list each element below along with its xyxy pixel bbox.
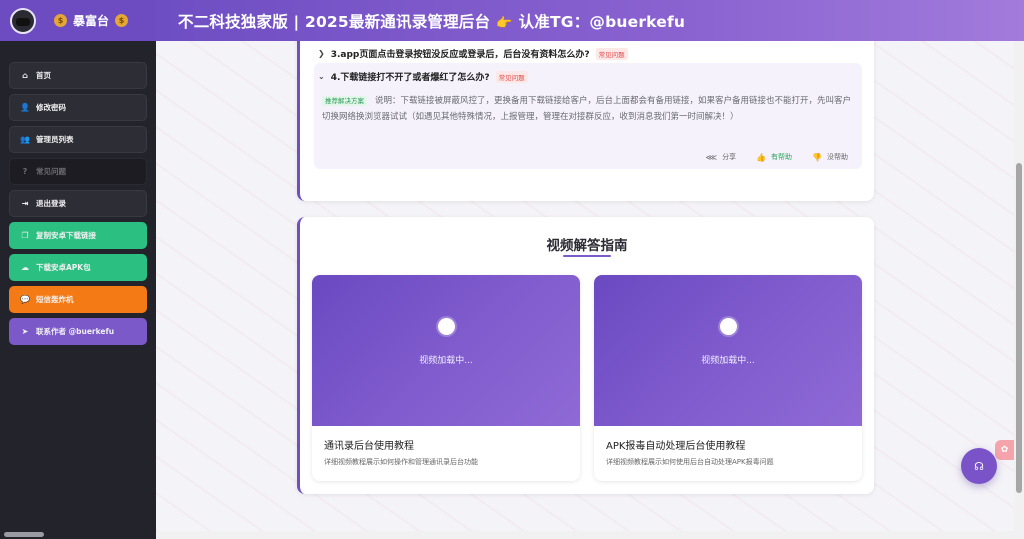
video-loading-text: 视频加载中... bbox=[419, 355, 473, 366]
sidebar: $ 暴富台 $ ⌂ 首页 👤 修改密码 👥 管理员列表 ? 常见问题 ⇥ 退出登… bbox=[0, 0, 156, 539]
share-button[interactable]: ⋘ 分享 bbox=[706, 152, 736, 162]
video-section-title: 视频解答指南 bbox=[546, 238, 628, 254]
faq-answer: 推荐解决方案 说明：下载链接被屏蔽风控了，更换备用下载链接给客户，后台上面都会有备… bbox=[322, 93, 852, 125]
cloud-download-icon: ☁ bbox=[21, 263, 29, 272]
chat-icon: 💬 bbox=[20, 295, 30, 304]
thumbs-down-icon: 👎 bbox=[812, 152, 822, 162]
sidebar-item-admin-list[interactable]: 👥 管理员列表 bbox=[9, 126, 147, 153]
page-header: 不二科技独家版 | 2025最新通讯录管理后台 👉 认准TG：@buerkefu bbox=[156, 0, 1024, 41]
headset-icon: ☊ bbox=[974, 459, 984, 473]
faq-tag: 常见问题 bbox=[495, 70, 528, 83]
horizontal-scrollbar[interactable] bbox=[156, 531, 1014, 539]
brand-title: 暴富台 bbox=[73, 14, 110, 28]
loading-spinner-icon bbox=[437, 317, 455, 335]
sidebar-scrollbar[interactable] bbox=[4, 532, 44, 537]
contact-author-button[interactable]: ➤ 联系作者 @buerkefu bbox=[9, 318, 147, 345]
download-apk-button[interactable]: ☁ 下载安卓APK包 bbox=[9, 254, 147, 281]
sidebar-item-label: 常见问题 bbox=[36, 167, 66, 176]
sidebar-item-label: 首页 bbox=[36, 71, 51, 80]
title-left: 不二科技独家版 | 2025最新通讯录管理后台 bbox=[178, 12, 491, 31]
video-guide-card: 视频解答指南 视频加载中... 通讯录后台使用教程 详细视频教程展示如何操作和管… bbox=[297, 217, 874, 494]
sidebar-item-label: 修改密码 bbox=[36, 103, 66, 112]
money-bag-icon: $ bbox=[54, 14, 67, 27]
video-loading-text: 视频加载中... bbox=[701, 355, 755, 366]
question-circle-icon: ? bbox=[22, 167, 28, 176]
telegram-icon: ➤ bbox=[21, 327, 29, 336]
thumbs-up-icon: 👍 bbox=[756, 152, 767, 162]
sms-bomber-button[interactable]: 💬 短信轰炸机 bbox=[9, 286, 147, 313]
sidebar-item-label: 管理员列表 bbox=[36, 135, 74, 144]
sidebar-item-logout[interactable]: ⇥ 退出登录 bbox=[9, 190, 147, 217]
video-player[interactable]: 视频加载中... bbox=[594, 275, 862, 426]
solution-tag: 推荐解决方案 bbox=[322, 96, 367, 106]
helpful-button[interactable]: 👍 有帮助 bbox=[756, 152, 792, 162]
user-edit-icon: 👤 bbox=[20, 103, 30, 112]
video-player[interactable]: 视频加载中... bbox=[312, 275, 580, 426]
assistant-tab-icon[interactable]: ✿ bbox=[995, 440, 1014, 460]
faq-question-4[interactable]: ⌄ 4.下载链接打不开了或者爆红了怎么办? 常见问题 bbox=[318, 70, 528, 83]
sidebar-item-faq[interactable]: ? 常见问题 bbox=[9, 158, 147, 185]
main-content: ❯ 3.app页面点击登录按钮没反应或登录后，后台没有资料怎么办? 常见问题 ⌄… bbox=[156, 41, 1014, 531]
sign-out-icon: ⇥ bbox=[21, 199, 29, 208]
copy-android-link-button[interactable]: ❐ 复制安卓下载链接 bbox=[9, 222, 147, 249]
share-label: 分享 bbox=[722, 153, 737, 161]
loading-spinner-icon bbox=[719, 317, 737, 335]
faq-answer-text: 说明：下载链接被屏蔽风控了，更换备用下载链接给客户，后台上面都会有备用链接，如果… bbox=[322, 96, 852, 122]
money-bag-icon: $ bbox=[115, 14, 129, 27]
sidebar-menu: ⌂ 首页 👤 修改密码 👥 管理员列表 ? 常见问题 ⇥ 退出登录 ❐ 复制安卓… bbox=[0, 41, 156, 345]
faq-item-expanded: ⌄ 4.下载链接打不开了或者爆红了怎么办? 常见问题 推荐解决方案 说明：下载链接… bbox=[314, 63, 862, 169]
faq-question-title: 4.下载链接打不开了或者爆红了怎么办? bbox=[330, 73, 490, 83]
users-icon: 👥 bbox=[20, 135, 30, 144]
video-name: 通讯录后台使用教程 bbox=[324, 441, 414, 452]
faq-question-title: 3.app页面点击登录按钮没反应或登录后，后台没有资料怎么办? bbox=[330, 50, 590, 60]
avatar[interactable] bbox=[10, 7, 36, 34]
title-underline bbox=[563, 255, 611, 257]
title-right: 认准TG：@buerkefu bbox=[518, 12, 686, 31]
helpful-label: 有帮助 bbox=[771, 153, 793, 161]
sidebar-item-label: 短信轰炸机 bbox=[36, 295, 74, 304]
customer-service-button[interactable]: ☊ bbox=[961, 448, 997, 484]
avatar-mask-icon bbox=[16, 17, 30, 26]
brand-bar: $ 暴富台 $ bbox=[0, 0, 156, 41]
video-description: 详细视频教程展示如何使用后台自动处理APK报毒问题 bbox=[606, 458, 774, 466]
sidebar-item-label: 下载安卓APK包 bbox=[36, 263, 91, 272]
sidebar-item-change-password[interactable]: 👤 修改密码 bbox=[9, 94, 147, 121]
sidebar-item-label: 联系作者 @buerkefu bbox=[36, 327, 115, 336]
not-helpful-button[interactable]: 👎 没帮助 bbox=[812, 152, 848, 162]
share-icon: ⋘ bbox=[705, 152, 718, 162]
video-description: 详细视频教程展示如何操作和管理通讯录后台功能 bbox=[324, 458, 478, 466]
page-title: 不二科技独家版 | 2025最新通讯录管理后台 👉 认准TG：@buerkefu bbox=[178, 10, 685, 32]
video-name: APK报毒自动处理后台使用教程 bbox=[606, 441, 746, 452]
chevron-down-icon: ⌄ bbox=[318, 72, 325, 81]
faq-tag: 常见问题 bbox=[595, 47, 628, 60]
video-item[interactable]: 视频加载中... APK报毒自动处理后台使用教程 详细视频教程展示如何使用后台自… bbox=[594, 275, 862, 481]
not-helpful-label: 没帮助 bbox=[827, 153, 848, 161]
faq-actions: ⋘ 分享 👍 有帮助 👎 没帮助 bbox=[686, 152, 848, 162]
sidebar-item-label: 退出登录 bbox=[36, 199, 66, 208]
copy-icon: ❐ bbox=[21, 231, 29, 240]
sidebar-item-home[interactable]: ⌂ 首页 bbox=[9, 62, 147, 89]
video-item[interactable]: 视频加载中... 通讯录后台使用教程 详细视频教程展示如何操作和管理通讯录后台功… bbox=[312, 275, 580, 481]
faq-card: ❯ 3.app页面点击登录按钮没反应或登录后，后台没有资料怎么办? 常见问题 ⌄… bbox=[297, 41, 874, 201]
sidebar-item-label: 复制安卓下载链接 bbox=[36, 231, 96, 240]
chevron-right-icon: ❯ bbox=[318, 49, 325, 58]
faq-question-3[interactable]: ❯ 3.app页面点击登录按钮没反应或登录后，后台没有资料怎么办? 常见问题 bbox=[318, 47, 628, 60]
scrollbar-thumb[interactable] bbox=[1016, 163, 1022, 493]
pointing-hand-icon: 👉 bbox=[496, 15, 513, 31]
home-icon: ⌂ bbox=[22, 71, 28, 80]
page-scrollbar[interactable] bbox=[1014, 41, 1024, 539]
